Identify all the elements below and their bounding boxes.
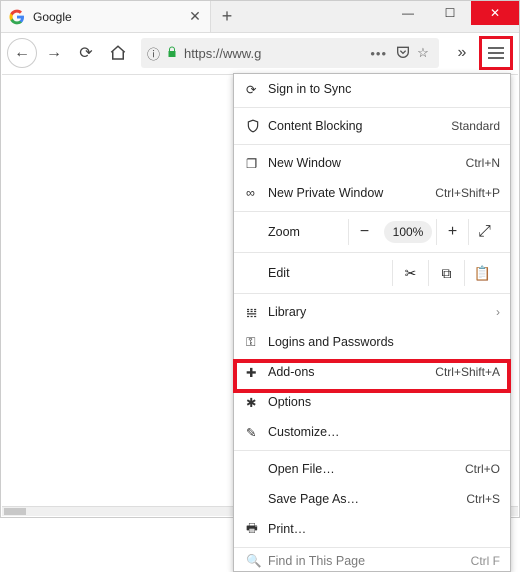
menu-open-file[interactable]: Open File… Ctrl+O — [234, 454, 510, 484]
zoom-in-button[interactable]: + — [436, 219, 468, 245]
hamburger-icon — [488, 47, 504, 59]
site-info-icon[interactable]: ⓘ — [147, 44, 160, 63]
menu-library[interactable]: 𝍐 Library › — [234, 297, 510, 327]
menu-new-private-window[interactable]: ∞ New Private Window Ctrl+Shift+P — [234, 178, 510, 208]
menu-sign-in-sync[interactable]: ⟳ Sign in to Sync — [234, 74, 510, 104]
forward-button[interactable]: → — [39, 38, 69, 68]
chevron-right-icon: › — [496, 305, 500, 319]
menu-new-window[interactable]: ❐ New Window Ctrl+N — [234, 148, 510, 178]
mask-icon: ∞ — [246, 186, 268, 200]
zoom-out-button[interactable]: − — [348, 219, 380, 245]
menu-content-blocking[interactable]: Content Blocking Standard — [234, 111, 510, 141]
page-actions-icon[interactable]: ••• — [370, 46, 387, 61]
key-icon: ⚿ — [246, 335, 268, 350]
url-text: https://www.g — [184, 46, 364, 61]
overflow-button[interactable]: » — [447, 38, 477, 68]
pocket-icon[interactable] — [393, 44, 413, 63]
menu-addons[interactable]: ✚ Add-ons Ctrl+Shift+A — [234, 357, 510, 387]
menu-find-in-page[interactable]: 🔍 Find in This Page Ctrl F — [234, 551, 510, 571]
navigation-toolbar: ← → ⟳ ⓘ https://www.g ••• ☆ » — [1, 33, 519, 73]
puzzle-icon: ✚ — [246, 365, 268, 380]
minimize-button[interactable]: — — [387, 1, 429, 25]
search-icon: 🔍 — [246, 554, 268, 569]
tab-title: Google — [33, 10, 188, 24]
bookmark-star-icon[interactable]: ☆ — [413, 45, 433, 61]
reload-button[interactable]: ⟳ — [71, 38, 101, 68]
home-button[interactable] — [103, 38, 133, 68]
cut-button[interactable]: ✂ — [392, 260, 428, 286]
browser-window: Google ✕ + — ☐ ✕ ← → ⟳ ⓘ https://www.g •… — [0, 0, 520, 518]
menu-customize[interactable]: ✎ Customize… — [234, 417, 510, 447]
window-controls: — ☐ ✕ — [387, 1, 519, 32]
window-icon: ❐ — [246, 156, 268, 171]
gear-icon: ✱ — [246, 395, 268, 410]
sync-icon: ⟳ — [246, 82, 268, 97]
printer-icon: 🖶 — [246, 519, 268, 540]
menu-options[interactable]: ✱ Options — [234, 387, 510, 417]
scrollbar-thumb[interactable] — [4, 508, 26, 515]
app-menu: ⟳ Sign in to Sync Content Blocking Stand… — [233, 73, 511, 572]
close-window-button[interactable]: ✕ — [471, 1, 519, 25]
zoom-value[interactable]: 100% — [384, 221, 432, 243]
menu-edit: Edit ✂ ⧉ 📋 — [234, 256, 510, 290]
shield-icon — [246, 119, 268, 133]
paste-button[interactable]: 📋 — [464, 260, 500, 286]
menu-save-page-as[interactable]: Save Page As… Ctrl+S — [234, 484, 510, 514]
tab-google[interactable]: Google ✕ — [1, 1, 211, 32]
menu-logins[interactable]: ⚿ Logins and Passwords — [234, 327, 510, 357]
menu-zoom: Zoom − 100% + ⤢ — [234, 215, 510, 249]
copy-button[interactable]: ⧉ — [428, 260, 464, 286]
maximize-button[interactable]: ☐ — [429, 1, 471, 25]
app-menu-button[interactable] — [479, 36, 513, 70]
paintbrush-icon: ✎ — [246, 425, 268, 440]
new-tab-button[interactable]: + — [211, 1, 243, 32]
library-icon: 𝍐 — [246, 305, 268, 320]
fullscreen-button[interactable]: ⤢ — [468, 219, 500, 245]
title-bar: Google ✕ + — ☐ ✕ — [1, 1, 519, 33]
lock-icon — [166, 46, 178, 61]
tab-close-icon[interactable]: ✕ — [188, 8, 202, 25]
menu-print[interactable]: 🖶 Print… — [234, 514, 510, 544]
google-favicon-icon — [9, 9, 25, 25]
back-button[interactable]: ← — [7, 38, 37, 68]
address-bar[interactable]: ⓘ https://www.g ••• ☆ — [141, 38, 439, 68]
